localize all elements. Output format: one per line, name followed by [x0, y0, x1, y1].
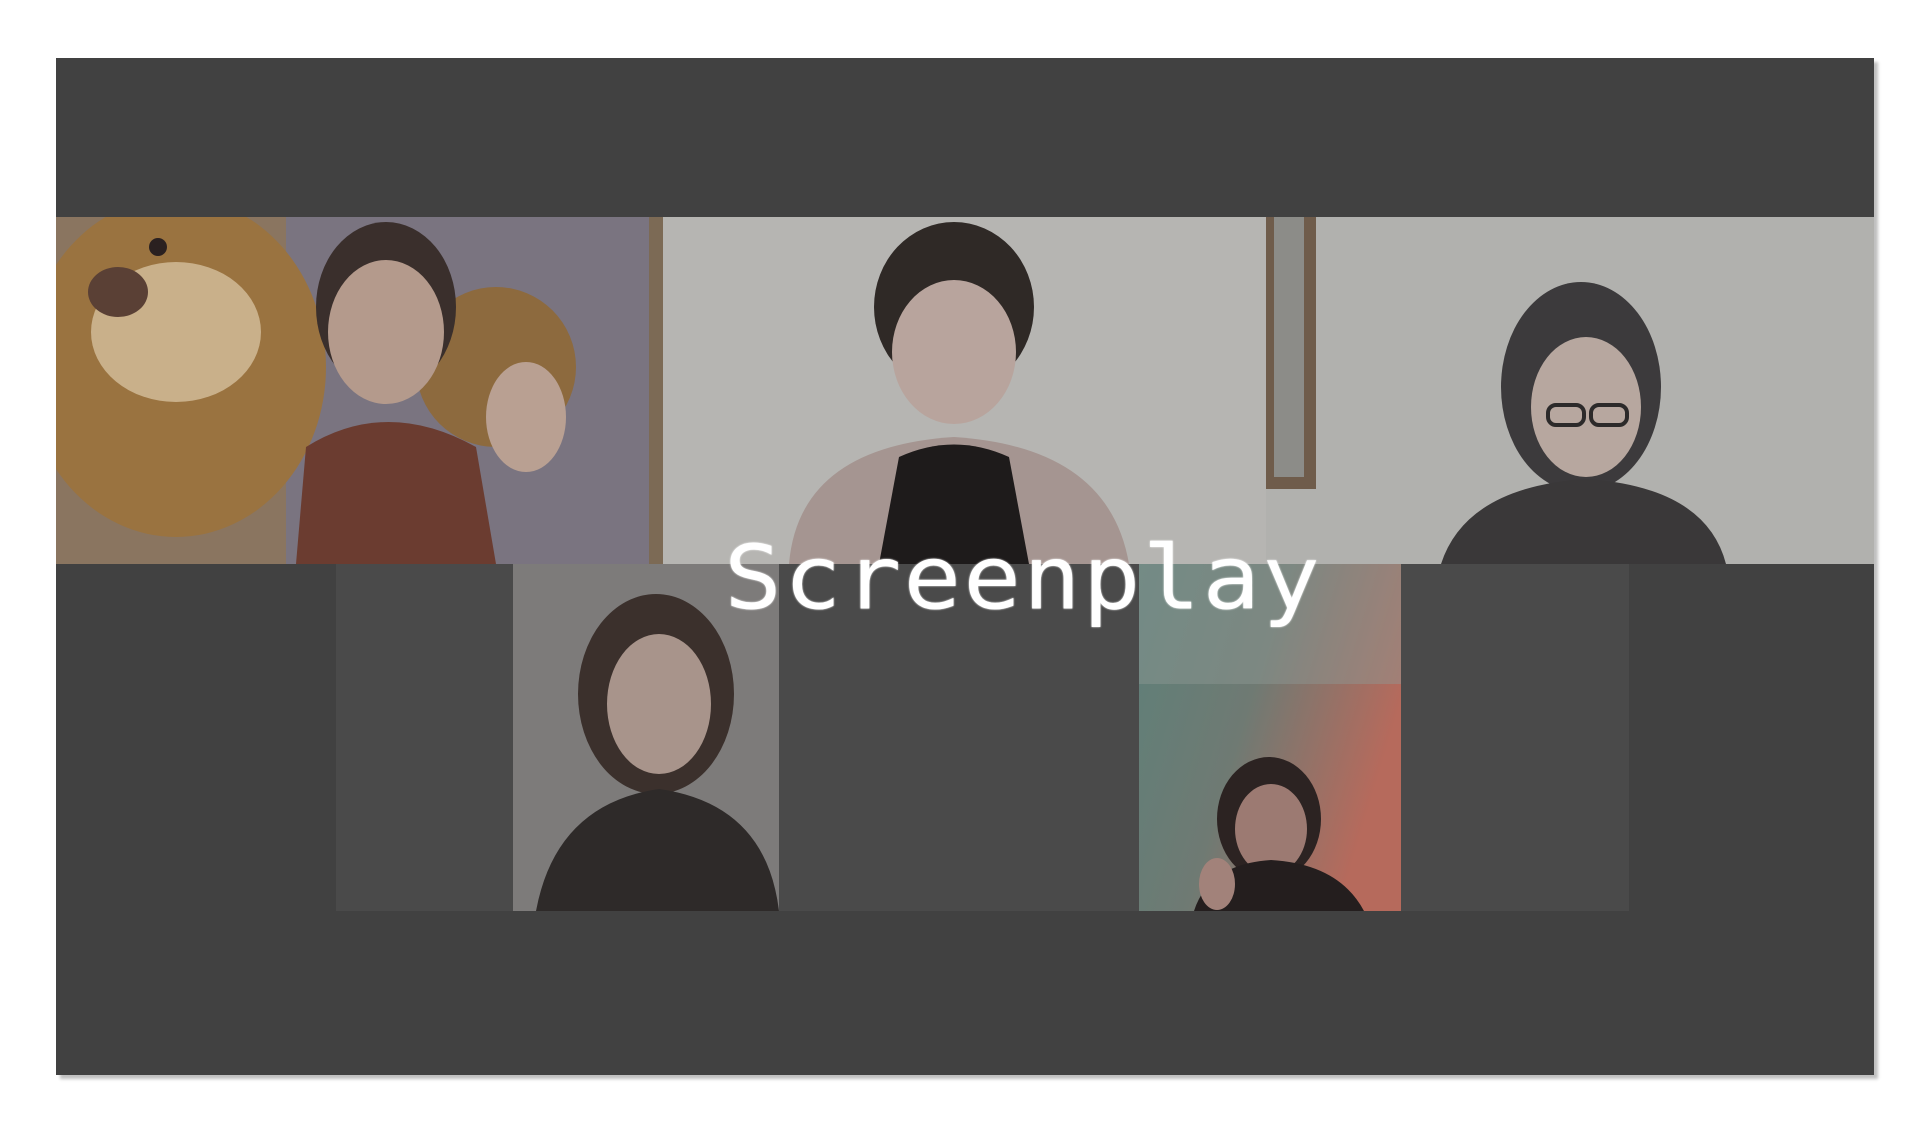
participant-1-feed — [56, 217, 649, 564]
participant-4-feed — [336, 564, 779, 911]
participant-video-2[interactable] — [649, 217, 1266, 564]
participant-video-1[interactable] — [56, 217, 649, 564]
participant-video-4[interactable] — [336, 564, 779, 911]
participant-3-feed — [1266, 217, 1874, 564]
overlay-title: Screenplay — [724, 526, 1322, 630]
participant-2-feed — [649, 217, 1266, 564]
participant-video-3[interactable] — [1266, 217, 1874, 564]
video-call-stage: Screenplay — [56, 58, 1874, 1075]
